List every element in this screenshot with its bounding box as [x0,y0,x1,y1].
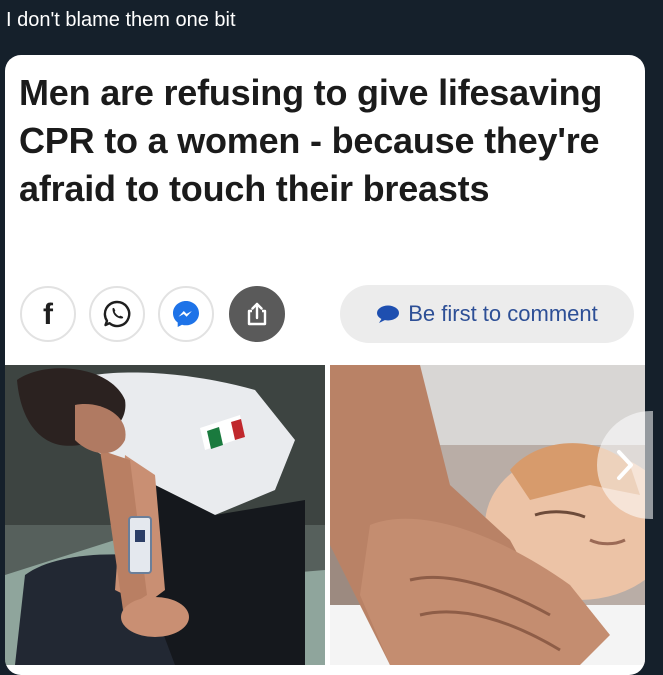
comment-label: Be first to comment [408,301,598,326]
facebook-share-button[interactable]: f [20,286,76,342]
article-card[interactable]: Men are refusing to give lifesaving CPR … [5,55,645,675]
facebook-icon: f [43,298,53,331]
cpr-training-photo [5,365,325,665]
messenger-icon [173,301,199,327]
post-caption: I don't blame them one bit [6,9,236,31]
article-headline[interactable]: Men are refusing to give lifesaving CPR … [19,69,619,213]
share-bar: f Be first to comment [20,283,640,345]
messenger-share-button[interactable] [158,286,214,342]
whatsapp-share-button[interactable] [89,286,145,342]
share-icon [247,302,267,326]
cpr-hands-photo [330,365,645,665]
speech-bubble-icon [377,305,400,323]
whatsapp-icon [103,300,131,328]
chevron-right-icon [617,450,633,480]
article-photos [5,365,645,665]
comment-button[interactable]: Be first to comment [340,285,634,343]
share-button[interactable] [229,286,285,342]
